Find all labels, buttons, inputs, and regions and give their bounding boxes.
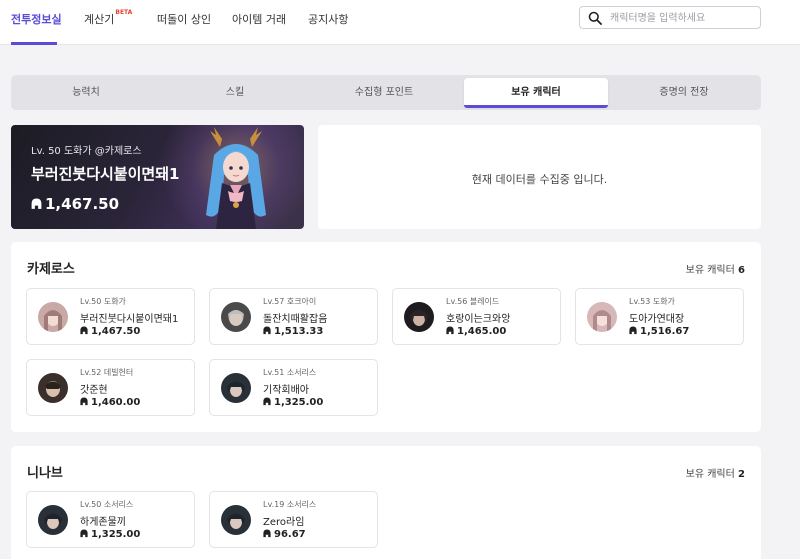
character-name: Zero라임 [263, 517, 305, 528]
avatar [221, 302, 251, 332]
helmet-icon [446, 326, 454, 335]
character-name: 도아가연대장 [629, 314, 685, 325]
tab-proving-grounds[interactable]: 증명의 전장 [612, 78, 756, 107]
tab-skills[interactable]: 스킬 [163, 78, 307, 107]
character-score-value: 96.67 [274, 529, 306, 540]
nav-item-calculator[interactable]: 계산기BETA [84, 9, 133, 27]
helmet-icon [80, 397, 88, 406]
top-nav: 전투정보실 계산기BETA 떠돌이 상인 아이템 거래 공지사항 [0, 0, 800, 45]
character-name: 부러진붓다시붙이면돼1 [80, 314, 179, 325]
nav-item-item-trade[interactable]: 아이템 거래 [232, 11, 286, 27]
character-count-label: 보유 캐릭터 [685, 469, 735, 480]
nav-item-label: 계산기 [84, 13, 115, 26]
character-level-class: Lv.53 도화가 [629, 297, 675, 306]
character-card[interactable]: Lv.19 소서리스 Zero라임 96.67 [209, 491, 378, 548]
server-name: 카제로스 [27, 262, 75, 277]
avatar [221, 505, 251, 535]
character-level-class: Lv.50 도화가 [80, 297, 126, 306]
character-item-level: 1,465.00 [446, 326, 506, 337]
character-score-value: 1,325.00 [91, 529, 141, 540]
tab-collectibles[interactable]: 수집형 포인트 [312, 78, 456, 107]
character-count: 보유 캐릭터 6 [686, 261, 745, 276]
character-portrait [206, 127, 266, 229]
helmet-icon [263, 529, 271, 538]
tab-stats[interactable]: 능력치 [14, 78, 158, 107]
beta-badge: BETA [115, 9, 133, 16]
character-name: 돌잔치때활잡음 [263, 314, 328, 325]
helmet-icon [80, 529, 88, 538]
character-item-level: 96.67 [263, 529, 306, 540]
character-score-value: 1,460.00 [91, 397, 141, 408]
nav-item-battle-info[interactable]: 전투정보실 [11, 11, 62, 27]
avatar [404, 302, 434, 332]
server-name: 니나브 [27, 466, 63, 481]
profile-tabs: 능력치 스킬 수집형 포인트 보유 캐릭터 증명의 전장 [11, 75, 761, 110]
character-name: 갓준현 [80, 385, 108, 396]
server-section-kazeros: 카제로스 보유 캐릭터 6 Lv.50 도화가 부러진붓다시붙이면돼1 1,46… [11, 242, 761, 432]
helmet-icon [80, 326, 88, 335]
hero-character-name: 부러진붓다시붙이면돼1 [31, 165, 180, 183]
hero-level-class-server: Lv. 50 도화가 @카제로스 [31, 146, 142, 157]
character-count-label: 보유 캐릭터 [685, 265, 735, 276]
character-item-level: 1,325.00 [80, 529, 140, 540]
search-box[interactable] [579, 6, 761, 29]
character-level-class: Lv.51 소서리스 [263, 368, 317, 377]
character-score-value: 1,467.50 [91, 326, 141, 337]
hero-score-value: 1,467.50 [45, 195, 120, 213]
character-score-value: 1,465.00 [457, 326, 507, 337]
nav-active-indicator [11, 42, 57, 45]
character-level-class: Lv.57 호크아이 [263, 297, 317, 306]
character-card[interactable]: Lv.56 블레이드 호랑이는크와앙 1,465.00 [392, 288, 561, 345]
character-card[interactable]: Lv.57 호크아이 돌잔치때활잡음 1,513.33 [209, 288, 378, 345]
character-score-value: 1,513.33 [274, 326, 324, 337]
character-level-class: Lv.50 소서리스 [80, 500, 134, 509]
character-name: 호랑이는크와앙 [446, 314, 511, 325]
helmet-icon [263, 397, 271, 406]
character-item-level: 1,516.67 [629, 326, 689, 337]
data-collecting-panel: 현재 데이터를 수집중 입니다. [318, 125, 761, 229]
tab-owned-characters[interactable]: 보유 캐릭터 [464, 78, 608, 108]
nav-item-notice[interactable]: 공지사항 [308, 11, 348, 27]
character-name: 하게존물끼 [80, 517, 126, 528]
character-count: 보유 캐릭터 2 [686, 465, 745, 480]
character-score-value: 1,516.67 [640, 326, 690, 337]
avatar [38, 505, 68, 535]
character-count-value: 6 [738, 265, 745, 276]
character-item-level: 1,460.00 [80, 397, 140, 408]
helmet-icon [263, 326, 271, 335]
server-section-ninav: 니나브 보유 캐릭터 2 Lv.50 소서리스 하게존물끼 1,325.00 L… [11, 446, 761, 559]
avatar [221, 373, 251, 403]
character-count-value: 2 [738, 469, 745, 480]
character-card[interactable]: Lv.53 도화가 도아가연대장 1,516.67 [575, 288, 744, 345]
search-icon[interactable] [588, 11, 602, 25]
character-card[interactable]: Lv.50 도화가 부러진붓다시붙이면돼1 1,467.50 [26, 288, 195, 345]
character-card[interactable]: Lv.50 소서리스 하게존물끼 1,325.00 [26, 491, 195, 548]
collecting-message: 현재 데이터를 수집중 입니다. [471, 173, 608, 186]
character-level-class: Lv.52 데빌헌터 [80, 368, 134, 377]
character-level-class: Lv.56 블레이드 [446, 297, 500, 306]
avatar [38, 302, 68, 332]
search-input[interactable] [610, 10, 755, 26]
helmet-icon [629, 326, 637, 335]
character-card[interactable]: Lv.51 소서리스 기작회배아 1,325.00 [209, 359, 378, 416]
avatar [587, 302, 617, 332]
character-score-value: 1,325.00 [274, 397, 324, 408]
main-character-card: Lv. 50 도화가 @카제로스 부러진붓다시붙이면돼1 1,467.50 [11, 125, 304, 229]
character-card[interactable]: Lv.52 데빌헌터 갓준현 1,460.00 [26, 359, 195, 416]
avatar [38, 373, 68, 403]
hero-item-level: 1,467.50 [31, 195, 119, 213]
nav-item-wandering-merchant[interactable]: 떠돌이 상인 [157, 11, 211, 27]
character-name: 기작회배아 [263, 385, 309, 396]
character-item-level: 1,513.33 [263, 326, 323, 337]
helmet-icon [31, 198, 42, 209]
character-item-level: 1,325.00 [263, 397, 323, 408]
character-level-class: Lv.19 소서리스 [263, 500, 317, 509]
character-item-level: 1,467.50 [80, 326, 140, 337]
